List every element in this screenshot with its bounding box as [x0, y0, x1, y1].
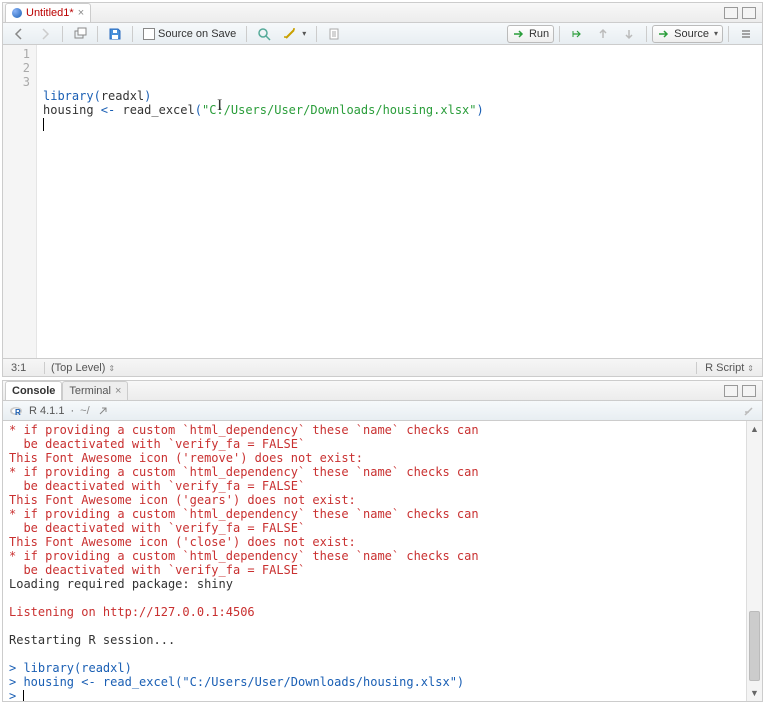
code-area[interactable]: I library(readxl)housing <- read_excel("…: [37, 45, 762, 358]
console-header: R R 4.1.1 · ~/: [3, 401, 762, 421]
source-on-save-checkbox[interactable]: Source on Save: [138, 25, 241, 43]
console-pane: Console Terminal × R R 4.1.1 · ~/ * if p…: [2, 380, 763, 702]
source-button[interactable]: Source ▾: [652, 25, 723, 43]
go-prev-section-button[interactable]: [591, 25, 615, 43]
clear-console-icon[interactable]: [742, 404, 756, 418]
updown-icon: ⇕: [747, 364, 754, 373]
save-icon: [108, 27, 122, 41]
maximize-pane-button[interactable]: [742, 385, 756, 397]
save-button[interactable]: [103, 25, 127, 43]
source-arrow-icon: [657, 27, 671, 41]
line-gutter: 123: [3, 45, 37, 358]
scroll-down-icon[interactable]: ▼: [747, 685, 762, 701]
scroll-thumb[interactable]: [749, 611, 760, 681]
r-file-icon: [12, 8, 22, 18]
outline-button[interactable]: [734, 25, 758, 43]
close-icon[interactable]: ×: [115, 385, 121, 397]
svg-text:R: R: [15, 408, 21, 417]
chevron-down-icon: ▾: [714, 29, 718, 38]
updown-icon: ⇕: [108, 364, 115, 373]
rerun-button[interactable]: [565, 25, 589, 43]
tab-title: Untitled1*: [26, 7, 74, 19]
console-tabbar: Console Terminal ×: [3, 381, 762, 401]
chevron-down-icon: ▾: [302, 29, 306, 38]
up-arrow-icon: [596, 27, 610, 41]
rerun-icon: [570, 27, 584, 41]
find-replace-button[interactable]: [252, 25, 276, 43]
maximize-pane-button[interactable]: [742, 7, 756, 19]
console-output[interactable]: * if providing a custom `html_dependency…: [3, 421, 746, 701]
tab-console[interactable]: Console: [5, 381, 62, 400]
notebook-icon: [327, 27, 341, 41]
back-button[interactable]: [7, 25, 31, 43]
close-icon[interactable]: ×: [78, 7, 84, 19]
r-logo-icon: R: [9, 404, 23, 418]
editor-pane: Untitled1* × Source on Save ▾ Run: [2, 2, 763, 377]
editor-toolbar: Source on Save ▾ Run Source ▾: [3, 23, 762, 45]
cursor-position: 3:1: [3, 362, 45, 374]
arrow-right-icon: [38, 27, 52, 41]
go-next-section-button[interactable]: [617, 25, 641, 43]
working-dir[interactable]: ~/: [80, 405, 89, 417]
source-label: Source: [674, 28, 709, 40]
scroll-up-icon[interactable]: ▲: [747, 421, 762, 437]
scope-selector[interactable]: (Top Level)⇕: [45, 362, 696, 374]
code-editor[interactable]: 123 I library(readxl)housing <- read_exc…: [3, 45, 762, 358]
r-version: R 4.1.1: [29, 405, 64, 417]
checkbox-icon: [143, 28, 155, 40]
language-selector[interactable]: R Script⇕: [696, 362, 762, 374]
editor-tab-untitled1[interactable]: Untitled1* ×: [5, 3, 91, 22]
down-arrow-icon: [622, 27, 636, 41]
run-label: Run: [529, 28, 549, 40]
popout-icon: [73, 27, 87, 41]
source-on-save-label: Source on Save: [158, 28, 236, 40]
forward-button[interactable]: [33, 25, 57, 43]
wand-icon: [283, 27, 297, 41]
minimize-pane-button[interactable]: [724, 7, 738, 19]
console-scrollbar[interactable]: ▲ ▼: [746, 421, 762, 701]
run-arrow-icon: [512, 27, 526, 41]
arrow-left-icon: [12, 27, 26, 41]
editor-tabbar: Untitled1* ×: [3, 3, 762, 23]
working-dir-separator: ·: [70, 405, 74, 417]
compile-report-button[interactable]: [322, 25, 346, 43]
show-in-new-window-button[interactable]: [68, 25, 92, 43]
run-button[interactable]: Run: [507, 25, 554, 43]
minimize-pane-button[interactable]: [724, 385, 738, 397]
outline-icon: [739, 27, 753, 41]
search-icon: [257, 27, 271, 41]
popout-icon[interactable]: [96, 404, 110, 418]
tab-terminal[interactable]: Terminal ×: [62, 381, 128, 400]
code-tools-button[interactable]: ▾: [278, 25, 311, 43]
editor-statusbar: 3:1 (Top Level)⇕ R Script⇕: [3, 358, 762, 376]
